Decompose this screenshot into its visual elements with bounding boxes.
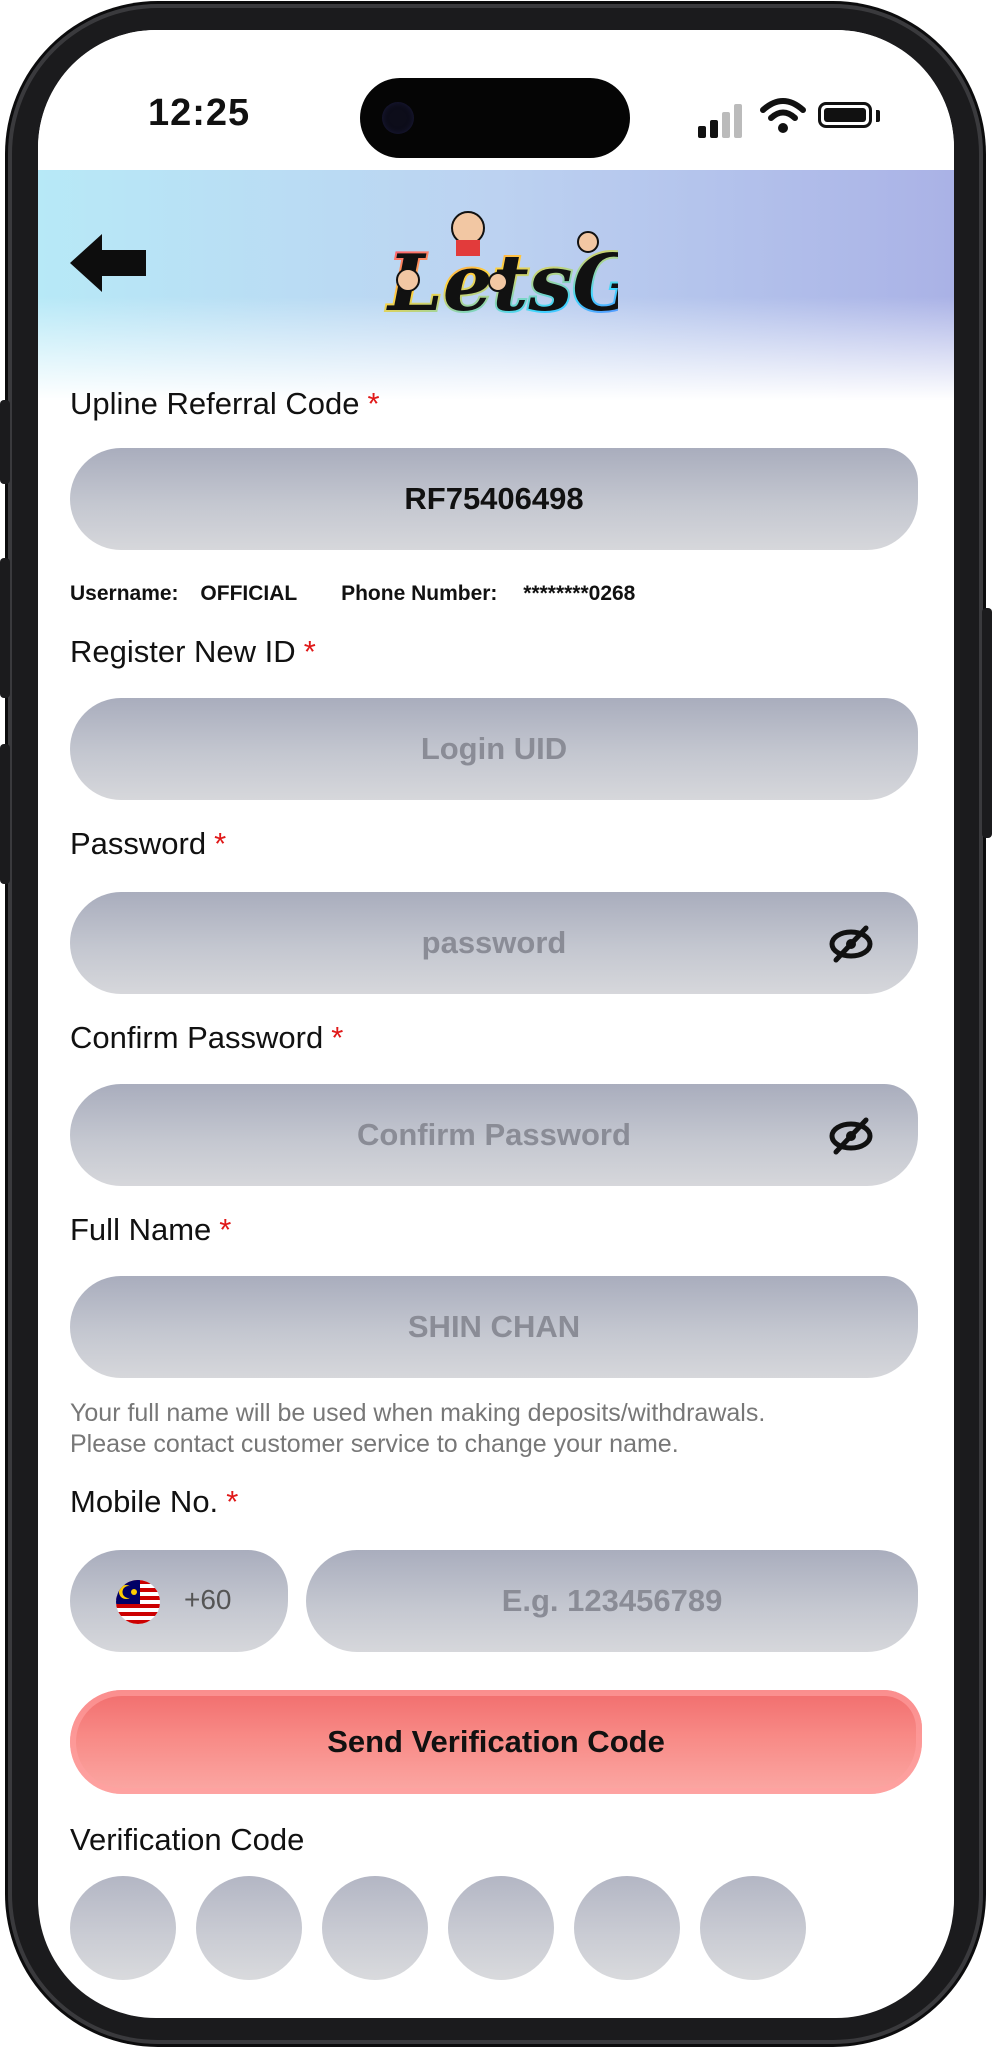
battery-nub — [876, 110, 880, 122]
screen: 12:25 Lets Upline Referral Code * RF7540… — [38, 30, 954, 2018]
status-time: 12:25 — [148, 92, 251, 134]
login-uid-field — [70, 698, 918, 800]
confirm-password-field — [70, 1084, 918, 1186]
full-name-field — [70, 1276, 918, 1378]
header: LetsGo — [38, 170, 954, 400]
wifi-icon — [760, 98, 806, 133]
back-arrow-icon[interactable] — [68, 228, 148, 298]
referral-info: Username: OFFICIAL Phone Number: *******… — [70, 582, 635, 606]
mobile-label: Mobile No. * — [70, 1484, 239, 1519]
password-label: Password * — [70, 826, 227, 861]
verification-code-label: Verification Code — [70, 1822, 305, 1857]
malaysia-flag-icon — [116, 1580, 160, 1624]
required-mark: * — [226, 1484, 239, 1519]
verification-digit-input[interactable] — [448, 1876, 554, 1980]
login-uid-input[interactable] — [192, 730, 796, 768]
eye-slash-icon[interactable] — [828, 924, 874, 964]
status-bar: 12:25 — [38, 30, 954, 170]
cellular-signal-icon — [698, 102, 748, 138]
country-code-select[interactable]: +60 — [70, 1550, 288, 1652]
referral-code-field: RF75406498 — [70, 448, 918, 550]
username-label: Username: — [70, 582, 179, 605]
required-mark: * — [331, 1020, 344, 1055]
verification-digit-input[interactable] — [196, 1876, 302, 1980]
verification-digit-input[interactable] — [70, 1876, 176, 1980]
side-button-volume-down — [0, 744, 10, 884]
username-value: OFFICIAL — [200, 582, 298, 605]
verification-digit-input[interactable] — [574, 1876, 680, 1980]
full-name-input[interactable] — [192, 1308, 796, 1346]
verification-code-inputs — [70, 1876, 930, 1980]
side-button-volume-up — [0, 558, 10, 698]
full-name-note: Your full name will be used when making … — [70, 1399, 766, 1458]
verification-digit-input[interactable] — [322, 1876, 428, 1980]
required-mark: * — [367, 386, 380, 421]
referral-code-value: RF75406498 — [404, 481, 584, 516]
phone-label: Phone Number: — [341, 582, 498, 605]
required-mark: * — [303, 634, 316, 669]
send-verification-code-button[interactable]: Send Verification Code — [70, 1690, 922, 1794]
letsgo-logo: LetsGo — [384, 211, 618, 331]
confirm-password-input[interactable] — [192, 1116, 796, 1154]
required-mark: * — [219, 1212, 232, 1247]
country-code-value: +60 — [184, 1584, 232, 1615]
password-field — [70, 892, 918, 994]
dynamic-island — [360, 78, 630, 158]
full-name-label: Full Name * — [70, 1212, 232, 1247]
phone-value: ********0268 — [523, 582, 636, 605]
register-id-label: Register New ID * — [70, 634, 316, 669]
upline-referral-label: Upline Referral Code * — [70, 386, 380, 421]
verification-digit-input[interactable] — [700, 1876, 806, 1980]
password-input[interactable] — [192, 924, 796, 962]
eye-slash-icon[interactable] — [828, 1116, 874, 1156]
required-mark: * — [214, 826, 227, 861]
battery-icon — [818, 102, 872, 128]
confirm-password-label: Confirm Password * — [70, 1020, 344, 1055]
side-button-power — [982, 608, 992, 838]
mobile-number-input[interactable] — [400, 1582, 824, 1620]
side-button-silent — [0, 400, 10, 484]
camera-icon — [382, 102, 414, 134]
mobile-number-field — [306, 1550, 918, 1652]
